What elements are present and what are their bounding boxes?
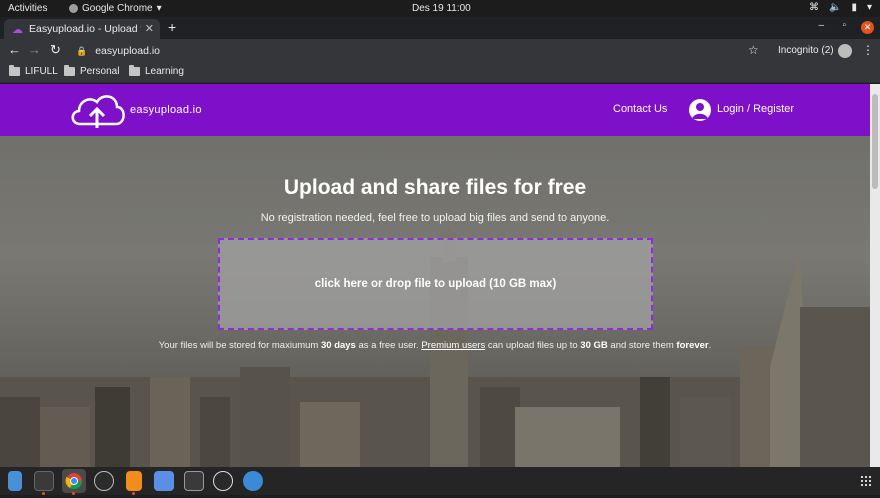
window-close-icon[interactable]: ✕: [861, 21, 874, 34]
chrome-menu-icon[interactable]: ⋮: [862, 43, 874, 57]
chrome-app-icon[interactable]: [62, 469, 86, 493]
network-icon: ⌘: [809, 2, 819, 13]
activities-button[interactable]: Activities: [8, 3, 47, 14]
storage-note: Your files will be stored for maxiumum 3…: [0, 340, 870, 351]
login-register-link[interactable]: Login / Register: [717, 103, 794, 115]
user-avatar-icon[interactable]: [689, 99, 711, 121]
app-menu[interactable]: Google Chrome ▾: [69, 3, 162, 14]
bookmark-folder-personal[interactable]: Personal: [64, 65, 120, 77]
note-forever: forever: [676, 340, 709, 351]
note-text: .: [708, 340, 712, 351]
premium-users-link[interactable]: Premium users: [421, 340, 485, 351]
browser-tab[interactable]: ☁ Easyupload.io - Upload fi ✕: [4, 19, 160, 39]
app-menu-label: Google Chrome: [82, 3, 153, 14]
scrollbar-thumb[interactable]: [872, 94, 878, 189]
maximize-icon[interactable]: ▫: [842, 20, 846, 31]
bookmark-label: LIFULL: [25, 66, 58, 77]
lock-icon: 🔒: [76, 45, 88, 56]
system-top-bar: Activities Google Chrome ▾ Des 19 11:00 …: [0, 0, 880, 17]
taskbar-dock: [0, 467, 880, 495]
hero-subtitle: No registration needed, feel free to upl…: [260, 212, 610, 224]
back-icon[interactable]: ←: [8, 42, 21, 57]
obs-app-icon[interactable]: [213, 471, 233, 491]
note-text: can upload files up to: [485, 340, 581, 351]
url-text: easyupload.io: [95, 45, 161, 57]
logo-text[interactable]: easyupload.io: [130, 104, 202, 116]
system-tray[interactable]: ⌘ 🔈 ▮ ▾: [809, 2, 872, 13]
inkscape-app-icon[interactable]: [94, 471, 114, 491]
note-days: 30 days: [320, 340, 356, 351]
tab-title: Easyupload.io - Upload fi: [29, 23, 141, 35]
bookmark-label: Learning: [145, 66, 184, 77]
chevron-down-icon: ▾: [866, 2, 872, 13]
incognito-label[interactable]: Incognito (2): [778, 45, 834, 56]
show-apps-icon[interactable]: [860, 475, 872, 487]
note-size: 30 GB: [580, 340, 608, 351]
clock[interactable]: Des 19 11:00: [412, 3, 471, 14]
files-app-icon[interactable]: [8, 471, 22, 491]
upload-dropzone[interactable]: click here or drop file to upload (10 GB…: [218, 238, 653, 330]
dropzone-label: click here or drop file to upload (10 GB…: [314, 278, 557, 290]
note-text: and store them: [607, 340, 677, 351]
page-scrollbar[interactable]: [870, 84, 880, 467]
bookmark-folder-learning[interactable]: Learning: [129, 65, 184, 77]
terminal-app-icon[interactable]: [34, 471, 54, 491]
tab-strip: ☁ Easyupload.io - Upload fi ✕ – ▫ ✕: [0, 17, 880, 39]
forward-icon[interactable]: →: [28, 42, 41, 57]
folder-icon: [64, 65, 75, 76]
new-tab-button[interactable]: +: [168, 19, 176, 35]
bookmark-star-icon[interactable]: ☆: [748, 43, 759, 57]
web-page: easyupload.io Contact Us Login / Registe…: [0, 84, 880, 467]
upload-cloud-logo-icon[interactable]: [68, 90, 128, 130]
contact-us-link[interactable]: Contact Us: [613, 103, 667, 115]
note-text: Your files will be stored for maxiumum: [158, 340, 321, 351]
bookmark-label: Personal: [80, 66, 120, 77]
docs-app-icon[interactable]: [154, 471, 174, 491]
battery-icon: ▮: [851, 2, 857, 13]
sublime-app-icon[interactable]: [126, 471, 142, 491]
hero-title: Upload and share files for free: [283, 176, 587, 199]
reload-icon[interactable]: ↻: [50, 42, 61, 58]
bookmarks-bar: LIFULL Personal Learning: [0, 63, 880, 83]
folder-icon: [9, 65, 20, 76]
browser-toolbar: ← → ↻ 🔒 easyupload.io ☆ Incognito (2) ⋮: [0, 39, 880, 63]
volume-icon: 🔈: [829, 2, 842, 13]
folder-icon: [129, 65, 140, 76]
chrome-icon: [69, 4, 78, 13]
bookmark-folder-lifull[interactable]: LIFULL: [9, 65, 58, 77]
incognito-avatar-icon[interactable]: [838, 44, 852, 58]
minimize-icon[interactable]: –: [818, 20, 824, 31]
close-tab-icon[interactable]: ✕: [145, 22, 154, 35]
reader-app-icon[interactable]: [184, 471, 204, 491]
address-bar[interactable]: 🔒 easyupload.io: [68, 41, 768, 61]
chromium-app-icon[interactable]: [243, 471, 263, 491]
site-header: easyupload.io Contact Us Login / Registe…: [0, 84, 870, 136]
chevron-down-icon: ▾: [156, 3, 162, 14]
note-text: as a free user.: [355, 340, 422, 351]
cloud-favicon-icon: ☁: [12, 23, 23, 36]
